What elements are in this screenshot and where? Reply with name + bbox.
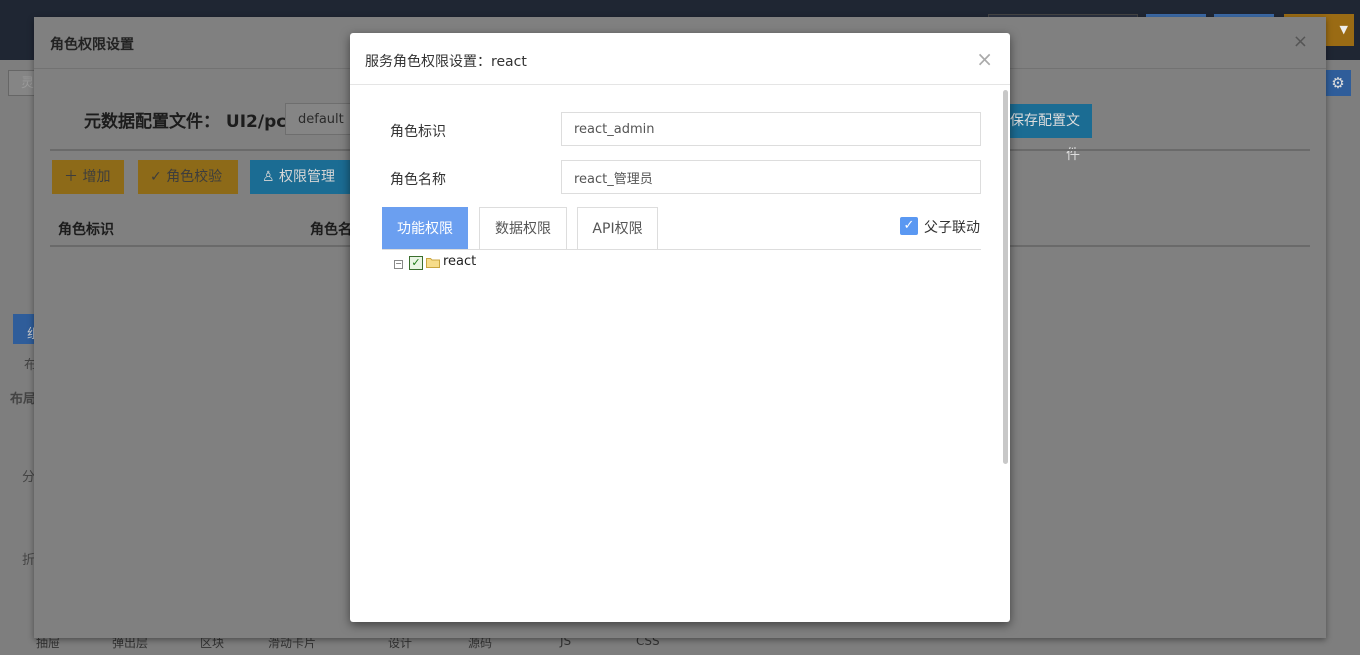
permission-tabs: 功能权限 数据权限 API权限	[382, 207, 981, 250]
user-icon: ♙	[262, 169, 280, 185]
add-button[interactable]: ＋ 增加	[52, 160, 124, 194]
plus-icon: ＋	[64, 169, 83, 185]
linkage-checkbox[interactable]: ✓	[900, 217, 918, 235]
save-config-button[interactable]: 保存配置文件	[1000, 104, 1092, 163]
close-icon[interactable]: ×	[1293, 31, 1308, 52]
table-header-role-id: 角色标识	[58, 222, 114, 238]
modal-header: 服务角色权限设置：react ×	[350, 33, 1010, 85]
scrollbar-thumb[interactable]	[1003, 90, 1008, 464]
collapse-icon[interactable]: −	[394, 260, 403, 269]
gear-icon[interactable]: ⚙	[1325, 70, 1351, 96]
tab-data-permission[interactable]: 数据权限	[479, 207, 567, 249]
caret-down-icon: ▼	[1339, 23, 1348, 36]
role-name-label: 角色名称	[390, 172, 446, 188]
config-select[interactable]: default	[285, 103, 353, 135]
side-label: 布局	[10, 392, 37, 407]
linkage-label: 父子联动	[924, 220, 980, 236]
role-check-button[interactable]: ✓ 角色校验	[138, 160, 238, 194]
table-header-role-name: 角色名	[310, 222, 352, 238]
role-id-label: 角色标识	[390, 124, 446, 140]
tree-node-label[interactable]: react	[443, 254, 476, 269]
folder-icon	[426, 258, 440, 268]
permission-manage-button[interactable]: ♙ 权限管理	[250, 160, 350, 194]
modal-body: 角色标识 角色名称 功能权限 数据权限 API权限 ✓ 父子联动 − ✓ rea…	[350, 85, 1010, 622]
tree-checkbox[interactable]: ✓	[409, 256, 423, 270]
scrollbar[interactable]	[1000, 88, 1010, 618]
config-file-label: 元数据配置文件： UI2/pc/	[84, 112, 293, 132]
dialog-title: 角色权限设置	[50, 37, 134, 53]
role-id-input[interactable]	[561, 112, 981, 146]
service-role-permission-modal: 服务角色权限设置：react × 角色标识 角色名称 功能权限 数据权限 API…	[350, 33, 1010, 622]
tab-api-permission[interactable]: API权限	[577, 207, 658, 249]
role-name-input[interactable]	[561, 160, 981, 194]
close-icon[interactable]: ×	[976, 47, 993, 71]
tab-function-permission[interactable]: 功能权限	[382, 207, 468, 249]
check-icon: ✓	[150, 169, 167, 185]
modal-title: 服务角色权限设置：react	[365, 54, 527, 70]
